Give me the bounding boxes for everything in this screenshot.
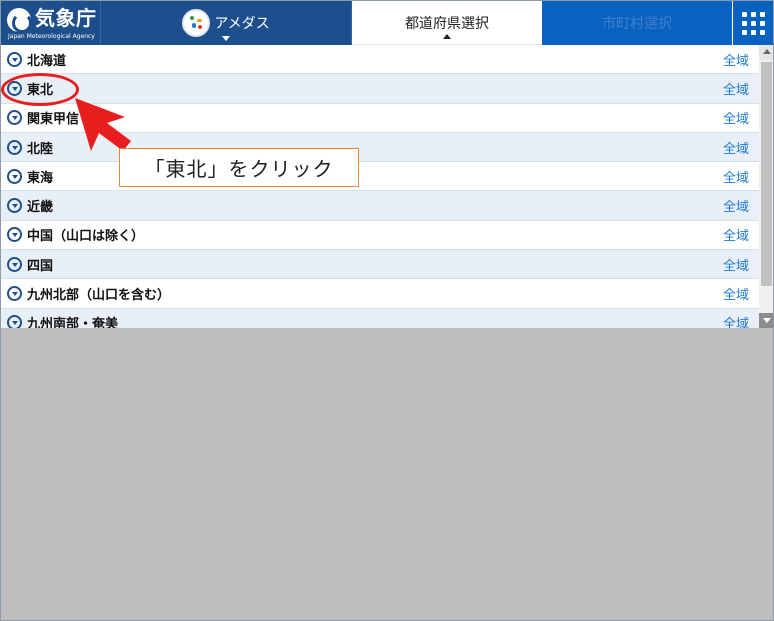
pointer-arrow-icon — [75, 98, 131, 151]
instruction-callout: 「東北」をクリック — [119, 148, 359, 187]
app-window: 気象庁 Japan Meteorological Agency アメダス 都道府… — [0, 0, 774, 621]
